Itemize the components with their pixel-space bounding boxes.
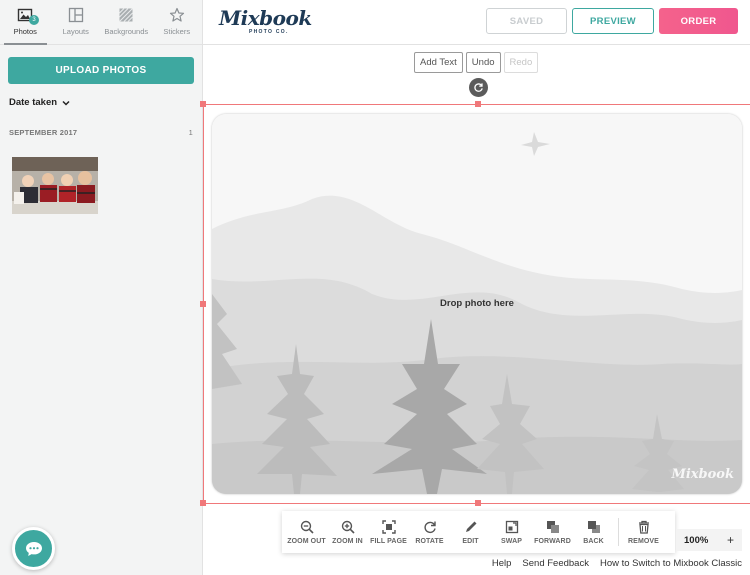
zoom-control: 100% + [676,529,742,551]
tab-photos[interactable]: 3 Photos [0,0,51,45]
fill-page-icon [381,519,396,534]
swap-icon [505,520,518,533]
send-back-button[interactable]: BACK [573,520,614,545]
tab-stickers[interactable]: Stickers [152,0,203,44]
footer-links: Help Send Feedback How to Switch to Mixb… [492,558,742,569]
photo-group-header: SEPTEMBER 2017 1 [9,128,193,137]
toolbar-divider [618,518,619,546]
pencil-icon [465,521,476,532]
edit-label: EDIT [462,537,479,545]
sidebar-tabs: 3 Photos Layouts Backgrounds Stickers [0,0,202,45]
help-link[interactable]: Help [492,558,512,569]
back-label: BACK [583,537,604,545]
chat-bubble-icon [25,541,42,556]
zoom-in-label: ZOOM IN [332,537,363,545]
forward-label: FORWARD [534,537,571,545]
tab-backgrounds-label: Backgrounds [104,27,149,36]
send-back-icon [587,520,600,533]
rotate-button[interactable]: ROTATE [409,520,450,545]
zoom-plus-button[interactable]: + [727,533,734,547]
bring-forward-icon [546,520,559,533]
zoom-out-label: ZOOM OUT [287,537,326,545]
zoom-in-icon [341,520,355,534]
chat-button[interactable] [12,527,55,570]
trash-icon [638,520,649,534]
upload-photos-button[interactable]: UPLOAD PHOTOS [8,57,194,84]
tab-stickers-label: Stickers [163,27,191,36]
drop-photo-label: Drop photo here [440,298,514,309]
canvas-tools: Add Text Undo Redo [414,52,539,73]
zoom-out-button[interactable]: ZOOM OUT [286,520,327,545]
sort-dropdown-label: Date taken [9,97,58,108]
logo-wordmark: Mixbook [219,6,312,30]
photo-group-title: SEPTEMBER 2017 [9,128,78,137]
family-photo-image [12,157,98,214]
remove-button[interactable]: REMOVE [623,520,664,545]
tab-layouts-label: Layouts [62,27,89,36]
mixbook-watermark: Mixbook [671,467,734,482]
chevron-down-icon [62,100,70,106]
layout-icon [68,7,83,23]
resize-handle-top-left[interactable] [200,101,206,107]
order-button[interactable]: ORDER [659,8,738,34]
zoom-in-button[interactable]: ZOOM IN [327,520,368,545]
top-bar: Mixbook PHOTO CO. SAVED PREVIEW ORDER [203,0,750,45]
zoom-out-icon [300,520,314,534]
rotate-label: ROTATE [415,537,444,545]
zoom-level: 100% [684,534,709,546]
swap-label: SWAP [500,537,522,545]
preview-button[interactable]: PREVIEW [572,8,654,34]
editor-app: 3 Photos Layouts Backgrounds Stickers UP… [0,0,750,575]
redo-button[interactable]: Redo [503,52,539,73]
rotate-icon [474,83,483,92]
add-text-button[interactable]: Add Text [414,52,463,73]
rotate-icon [423,521,436,533]
fill-page-button[interactable]: FILL PAGE [368,519,409,545]
remove-label: REMOVE [628,537,659,545]
tab-backgrounds[interactable]: Backgrounds [101,0,152,44]
bring-forward-button[interactable]: FORWARD [532,520,573,545]
sort-dropdown[interactable]: Date taken [9,97,70,108]
photo-placeholder[interactable]: Drop photo here Mixbook [212,114,742,494]
photo-thumbnail[interactable] [12,157,98,214]
swap-button[interactable]: SWAP [491,520,532,545]
saved-button[interactable]: SAVED [486,8,567,34]
resize-handle-left[interactable] [200,301,206,307]
star-icon [169,7,184,22]
mixbook-logo[interactable]: Mixbook PHOTO CO. [219,6,312,39]
edit-button[interactable]: EDIT [450,520,491,545]
photo-group-count: 1 [188,128,193,137]
switch-classic-link[interactable]: How to Switch to Mixbook Classic [600,558,742,569]
resize-handle-top[interactable] [475,101,481,107]
sidebar: 3 Photos Layouts Backgrounds Stickers UP… [0,0,203,575]
rotate-handle[interactable] [469,78,488,97]
photo-count-badge: 3 [29,15,39,25]
undo-button[interactable]: Undo [465,52,501,73]
resize-handle-bottom[interactable] [475,500,481,506]
send-feedback-link[interactable]: Send Feedback [522,558,589,569]
background-icon [119,8,134,22]
fill-page-label: FILL PAGE [370,537,407,545]
tab-layouts[interactable]: Layouts [51,0,102,44]
tab-photos-label: Photos [13,27,37,36]
resize-handle-bottom-left[interactable] [200,500,206,506]
photo-toolbar: ZOOM OUT ZOOM IN FILL PAGE ROTATE EDIT S… [282,511,675,553]
